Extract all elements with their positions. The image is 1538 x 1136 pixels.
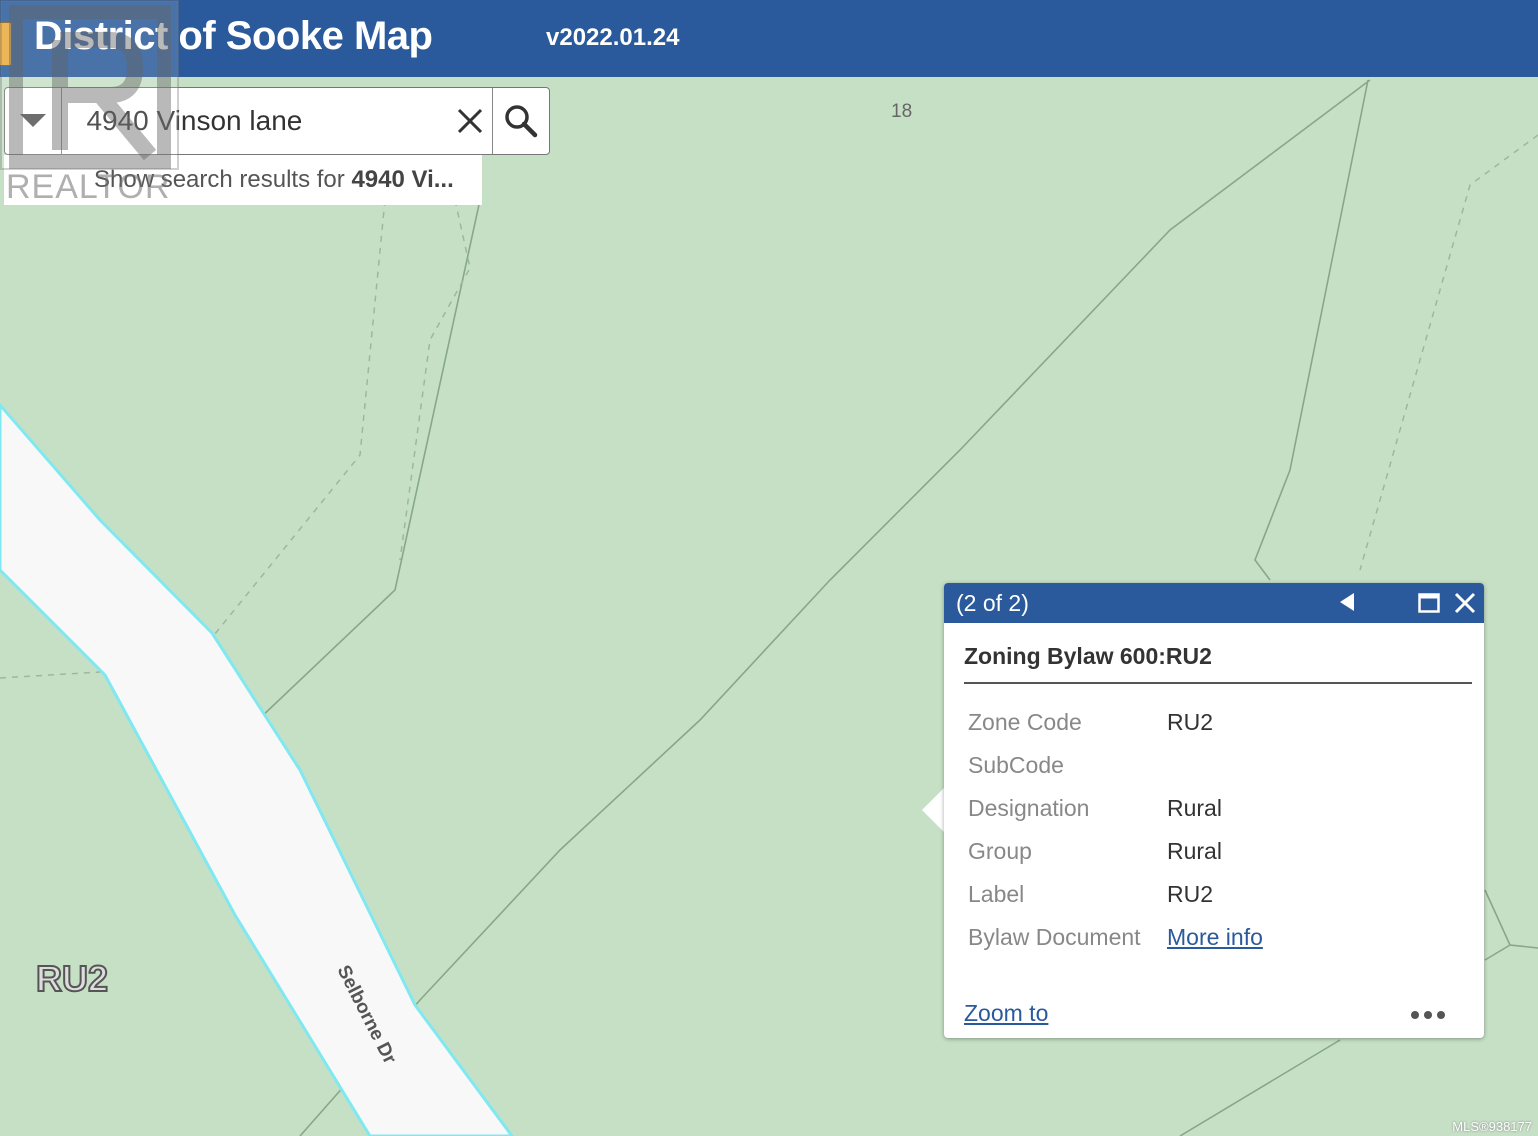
mls-number: MLS®938177 (1452, 1119, 1532, 1134)
popup-header: (2 of 2) (944, 583, 1484, 623)
table-row: Zone Code RU2 (968, 701, 1263, 744)
clear-search-button[interactable] (447, 88, 491, 154)
table-row: Bylaw Document More info (968, 916, 1263, 959)
close-popup-button[interactable] (1454, 592, 1476, 619)
search-box (4, 87, 550, 155)
zoom-to-link[interactable]: Zoom to (964, 1000, 1048, 1027)
maximize-popup-button[interactable] (1418, 592, 1440, 619)
popup-pointer (922, 788, 944, 832)
attribute-key: SubCode (968, 752, 1064, 778)
attribute-value: RU2 (1167, 881, 1214, 907)
table-row: Label RU2 (968, 873, 1263, 916)
close-icon (457, 108, 482, 134)
close-icon (1454, 592, 1476, 614)
app-icon[interactable] (0, 22, 12, 66)
app-version: v2022.01.24 (546, 24, 680, 51)
popup-feature-count: (2 of 2) (956, 590, 1029, 616)
suggestion-prefix: Show search results for (94, 166, 352, 193)
attribute-value-cell: More info (1167, 916, 1263, 959)
app-header: District of Sooke Map v2022.01.24 (0, 0, 1538, 77)
feature-popup: (2 of 2) Zoning Bylaw 600:RU2 Zone Code … (944, 583, 1484, 1038)
attribute-key: Designation (968, 795, 1090, 821)
attribute-value: RU2 (1167, 709, 1214, 735)
maximize-icon (1418, 593, 1440, 613)
attribute-key: Group (968, 838, 1032, 864)
attribute-value: Rural (1167, 795, 1222, 821)
attribute-value: Rural (1167, 838, 1222, 864)
more-info-link[interactable]: More info (1167, 924, 1263, 950)
search-icon (505, 105, 538, 138)
search-input[interactable] (62, 88, 448, 154)
search-suggestion[interactable]: Show search results for 4940 Vi... (4, 155, 482, 205)
table-row: SubCode (968, 744, 1263, 787)
attribute-key: Bylaw Document (968, 924, 1141, 950)
table-row: Designation Rural (968, 787, 1263, 830)
caret-down-icon (20, 114, 47, 127)
attribute-value (1167, 744, 1263, 787)
attribute-table: Zone Code RU2 SubCode Designation Rural … (968, 701, 1263, 959)
app-title: District of Sooke Map (34, 14, 433, 58)
triangle-left-icon (1340, 593, 1354, 611)
search-source-dropdown[interactable] (5, 88, 63, 154)
parcel-number-label: 18 (891, 101, 913, 122)
attribute-key: Label (968, 881, 1025, 907)
search-button[interactable] (491, 88, 549, 154)
more-horizontal-icon (1411, 1011, 1445, 1019)
suggestion-term: 4940 Vi... (351, 166, 454, 193)
previous-feature-button[interactable] (1338, 592, 1356, 617)
zone-label: RU2 (35, 957, 109, 1000)
popup-title: Zoning Bylaw 600:RU2 (964, 643, 1472, 684)
attribute-key: Zone Code (968, 709, 1082, 735)
more-actions-button[interactable] (1410, 1007, 1446, 1025)
table-row: Group Rural (968, 830, 1263, 873)
